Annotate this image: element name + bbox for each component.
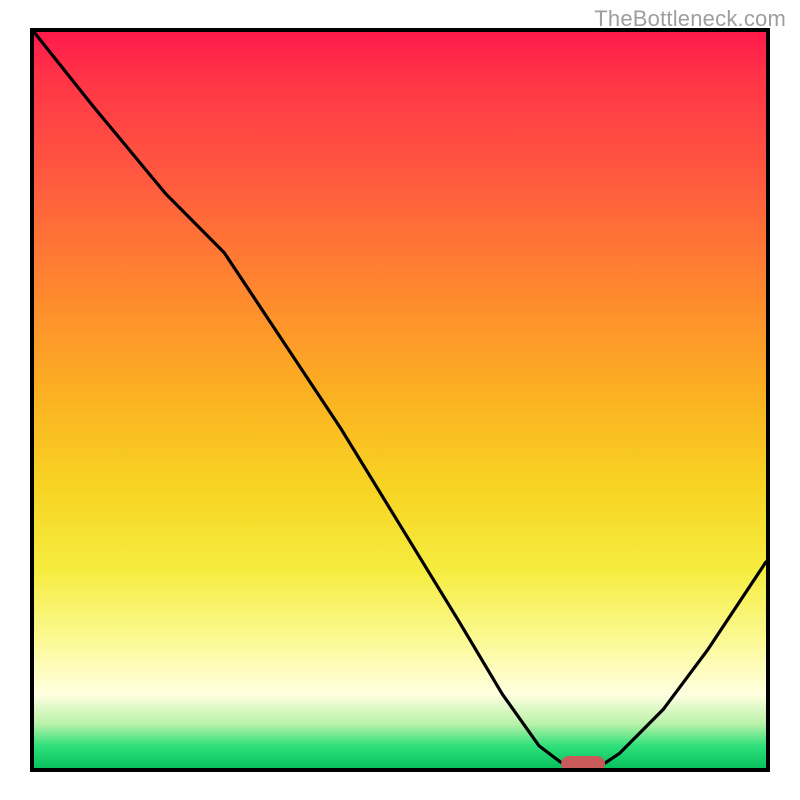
- watermark-text: TheBottleneck.com: [594, 6, 786, 32]
- valley-marker: [561, 756, 605, 772]
- bottleneck-curve: [34, 32, 766, 768]
- chart-container: TheBottleneck.com: [0, 0, 800, 800]
- plot-frame: [30, 28, 770, 772]
